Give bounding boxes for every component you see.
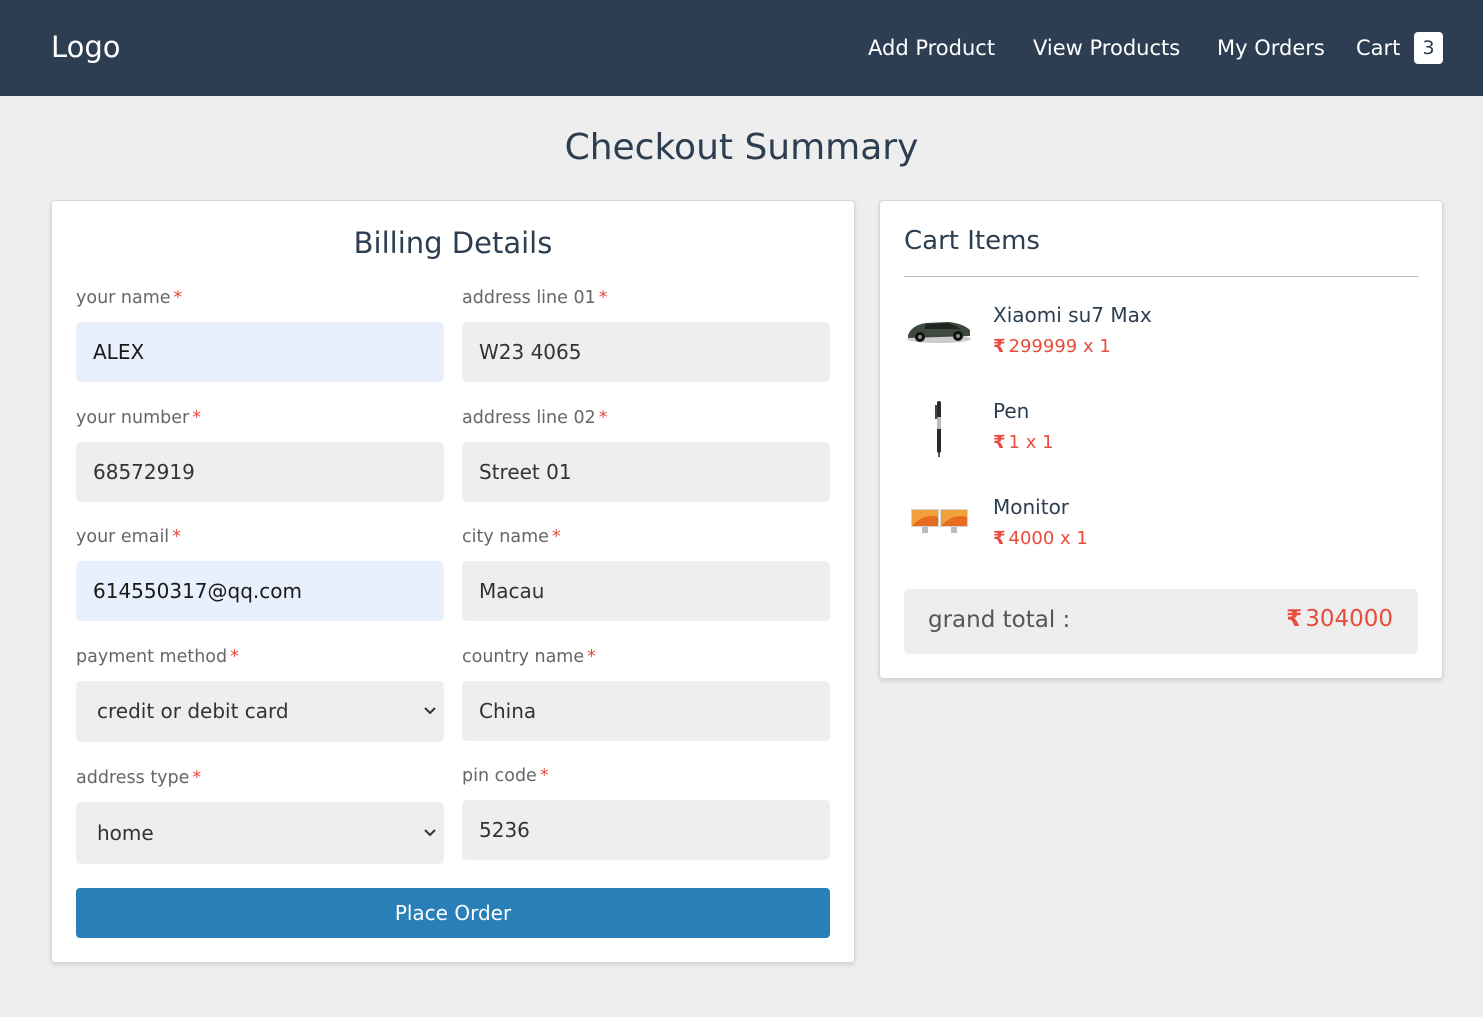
address2-label-text: address line 02 xyxy=(462,408,596,428)
address-type-label-text: address type xyxy=(76,768,190,788)
country-label: country name * xyxy=(462,647,596,667)
pin-label-text: pin code xyxy=(462,766,537,786)
required-mark: * xyxy=(598,408,608,428)
car-image xyxy=(904,303,974,367)
required-mark: * xyxy=(192,408,201,428)
city-label: city name * xyxy=(462,527,561,547)
logo[interactable]: Logo xyxy=(51,30,121,64)
payment-method-select[interactable]: credit or debit card xyxy=(76,681,444,742)
address1-label-text: address line 01 xyxy=(462,288,596,308)
number-label: your number * xyxy=(76,408,201,428)
payment-method-value: credit or debit card xyxy=(97,699,289,723)
item-price-text: 299999 x 1 xyxy=(1008,336,1111,357)
payment-label-text: payment method xyxy=(76,647,228,667)
cart-count-badge[interactable]: 3 xyxy=(1414,32,1443,64)
monitor-image xyxy=(904,495,974,559)
navbar: Logo Add Product View Products My Orders… xyxy=(0,0,1483,96)
required-mark: * xyxy=(172,527,181,547)
pin-input[interactable]: 5236 xyxy=(462,800,830,860)
grand-total-amount: 304000 xyxy=(1305,606,1393,632)
address2-label: address line 02 * xyxy=(462,408,607,428)
name-label-text: your name xyxy=(76,288,171,308)
required-mark: * xyxy=(539,766,549,786)
rupee-icon: ₹ xyxy=(993,336,1006,357)
billing-title: Billing Details xyxy=(353,226,553,260)
required-mark: * xyxy=(192,768,202,788)
place-order-button[interactable]: Place Order xyxy=(76,888,830,938)
item-name: Monitor xyxy=(993,495,1070,519)
number-label-text: your number xyxy=(76,408,190,428)
city-input[interactable]: Macau xyxy=(462,561,830,621)
cart-item: Xiaomi su7 Max ₹299999 x 1 xyxy=(904,303,1418,373)
address1-label: address line 01 * xyxy=(462,288,607,308)
rupee-icon: ₹ xyxy=(993,528,1006,549)
cart-title: Cart Items xyxy=(904,226,1040,256)
nav-my-orders[interactable]: My Orders xyxy=(1217,36,1325,60)
divider xyxy=(904,276,1418,277)
item-price: ₹4000 x 1 xyxy=(993,528,1088,549)
pen-image xyxy=(904,399,974,463)
required-mark: * xyxy=(230,647,239,667)
page-title: Checkout Summary xyxy=(564,127,919,168)
item-price-text: 4000 x 1 xyxy=(1008,528,1088,549)
nav-cart[interactable]: Cart xyxy=(1356,36,1400,60)
item-price: ₹299999 x 1 xyxy=(993,336,1111,357)
cart-item: Pen ₹1 x 1 xyxy=(904,399,1418,469)
grand-total-box: grand total : ₹304000 xyxy=(904,589,1418,654)
cart-items-card: Cart Items Xiaomi su7 Max ₹299999 x 1 Pe… xyxy=(879,200,1443,679)
email-label: your email * xyxy=(76,527,181,547)
email-label-text: your email xyxy=(76,527,170,547)
name-label: your name * xyxy=(76,288,182,308)
pin-label: pin code * xyxy=(462,766,549,786)
country-label-text: country name xyxy=(462,647,585,667)
item-price: ₹1 x 1 xyxy=(993,432,1054,453)
city-label-text: city name xyxy=(462,527,549,547)
required-mark: * xyxy=(587,647,596,667)
item-price-text: 1 x 1 xyxy=(1008,432,1054,453)
nav-view-products[interactable]: View Products xyxy=(1033,36,1180,60)
chevron-down-icon xyxy=(424,802,436,864)
name-input[interactable]: ALEX xyxy=(76,322,444,382)
address-type-value: home xyxy=(97,821,154,845)
nav-add-product[interactable]: Add Product xyxy=(868,36,995,60)
payment-label: payment method * xyxy=(76,647,239,667)
cart-item: Monitor ₹4000 x 1 xyxy=(904,495,1418,565)
required-mark: * xyxy=(173,288,183,308)
email-input[interactable]: 614550317@qq.com xyxy=(76,561,444,621)
address1-input[interactable]: W23 4065 xyxy=(462,322,830,382)
grand-total-value: ₹304000 xyxy=(1286,606,1393,632)
address2-input[interactable]: Street 01 xyxy=(462,442,830,502)
item-name: Xiaomi su7 Max xyxy=(993,303,1152,327)
rupee-icon: ₹ xyxy=(1286,606,1303,632)
country-input[interactable]: China xyxy=(462,681,830,741)
rupee-icon: ₹ xyxy=(993,432,1006,453)
billing-details-card: Billing Details your name * ALEX address … xyxy=(51,200,855,963)
grand-total-label: grand total : xyxy=(928,607,1071,633)
number-input[interactable]: 68572919 xyxy=(76,442,444,502)
required-mark: * xyxy=(551,527,561,547)
item-name: Pen xyxy=(993,399,1030,423)
address-type-label: address type * xyxy=(76,768,201,788)
address-type-select[interactable]: home xyxy=(76,802,444,864)
required-mark: * xyxy=(598,288,608,308)
chevron-down-icon xyxy=(424,681,436,742)
